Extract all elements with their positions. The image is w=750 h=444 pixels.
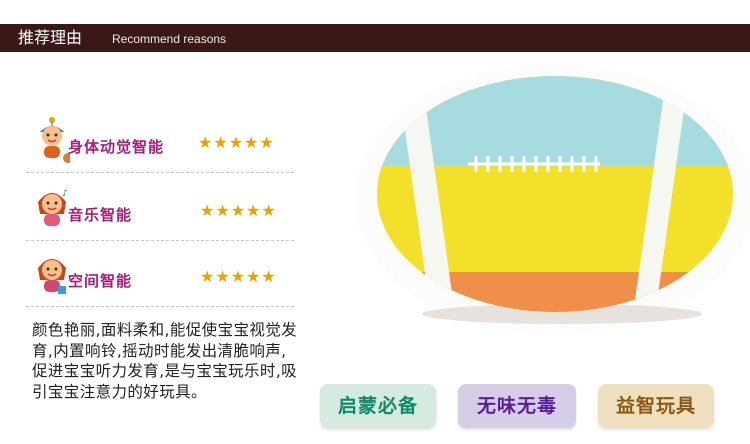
girl-mascot-icon: ♪ — [38, 189, 68, 226]
section-subtitle: Recommend reasons — [112, 32, 227, 46]
badge-enlightenment: 启蒙必备 — [320, 384, 436, 428]
feature-label: 音乐智能 — [68, 206, 133, 224]
badge-label: 益智玩具 — [615, 395, 696, 417]
rating-stars: ★★★★★ — [198, 133, 275, 152]
divider — [26, 240, 294, 241]
feature-label: 空间智能 — [68, 272, 133, 290]
section-header: 推荐理由 Recommend reasons — [0, 24, 750, 52]
svg-text:♪: ♪ — [62, 189, 68, 199]
divider — [26, 306, 294, 307]
feature-item-bodily-kinesthetic: 身体动觉智能 ★★★★★ — [26, 116, 296, 172]
feature-label: 身体动觉智能 — [68, 138, 165, 156]
badge-label: 无味无毒 — [476, 395, 557, 417]
feature-item-musical: ♪ 音乐智能 ★★★★★ — [26, 184, 296, 240]
rating-stars: ★★★★★ — [200, 267, 277, 286]
boy-mascot-icon — [40, 117, 70, 163]
badge-label: 启蒙必备 — [337, 395, 418, 417]
product-image — [350, 64, 750, 334]
product-description: 颜色艳丽,面料柔和,能促使宝宝视觉发育,内置响铃,摇动时能发出清脆响声,促进宝宝… — [32, 321, 298, 401]
feature-item-spatial: 空间智能 ★★★★★ — [26, 250, 296, 306]
divider — [26, 172, 294, 173]
section-title: 推荐理由 — [18, 28, 83, 47]
rating-stars: ★★★★★ — [200, 201, 277, 220]
badge-educational-toy: 益智玩具 — [598, 384, 714, 428]
badge-non-toxic: 无味无毒 — [458, 384, 576, 428]
girl-mascot-icon — [38, 259, 66, 294]
